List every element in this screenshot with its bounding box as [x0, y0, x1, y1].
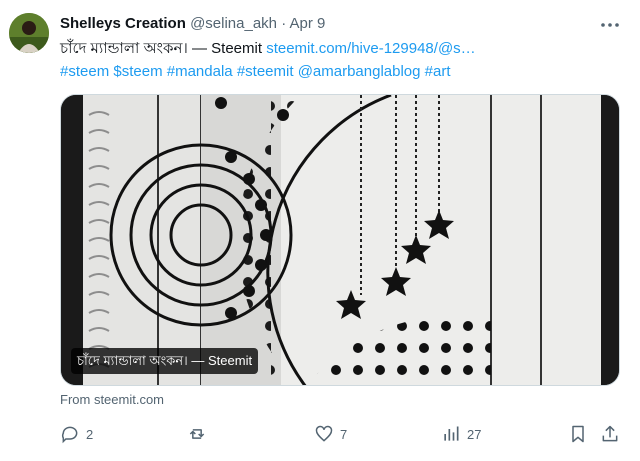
- like-count: 7: [340, 426, 348, 442]
- repost-icon: [189, 429, 205, 439]
- heart-icon: [315, 425, 333, 442]
- tweet-url-link[interactable]: steemit.com/hive-129948/@s…: [266, 40, 475, 57]
- cashtag-steem[interactable]: $steem: [113, 63, 162, 80]
- link-card-image[interactable]: চাঁদে ম্যান্ডালা অংকন। — Steemit: [60, 94, 620, 386]
- share-button[interactable]: [600, 422, 620, 446]
- hashtag-steem[interactable]: #steem: [60, 63, 109, 80]
- tweet-main-text: চাঁদে ম্যান্ডালা অংকন। — Steemit: [60, 40, 263, 57]
- reply-icon: [61, 426, 78, 444]
- hashtag-art[interactable]: #art: [425, 63, 451, 80]
- hashtag-steemit[interactable]: #steemit: [237, 63, 294, 80]
- tweet-date[interactable]: Apr 9: [290, 15, 326, 32]
- avatar[interactable]: [9, 13, 49, 53]
- views-button[interactable]: 27: [441, 422, 481, 446]
- hashtag-mandala[interactable]: #mandala: [167, 63, 233, 80]
- repost-button[interactable]: [187, 422, 213, 446]
- bookmark-button[interactable]: [568, 422, 588, 446]
- action-bar: 2 7 27: [60, 422, 622, 446]
- more-options-icon[interactable]: [598, 16, 622, 34]
- separator-dot: ·: [281, 15, 287, 32]
- display-name[interactable]: Shelleys Creation: [60, 15, 186, 32]
- like-button[interactable]: 7: [314, 422, 347, 446]
- reply-button[interactable]: 2: [60, 422, 93, 446]
- mandala-drawing-image: [61, 95, 619, 385]
- user-handle[interactable]: @selina_akh: [190, 15, 277, 32]
- bookmark-icon: [572, 425, 584, 443]
- share-icon: [602, 425, 618, 442]
- tweet-header: Shelleys Creation @selina_akh · Apr 9: [60, 14, 325, 34]
- link-card-caption: চাঁদে ম্যান্ডালা অংকন। — Steemit: [71, 348, 259, 374]
- reply-count: 2: [86, 426, 94, 442]
- link-source[interactable]: From steemit.com: [60, 392, 164, 407]
- view-count: 27: [467, 426, 482, 442]
- avatar-image: [9, 13, 49, 53]
- mention-amarbanglablog[interactable]: @amarbanglablog: [298, 63, 421, 80]
- tweet-text: চাঁদে ম্যান্ডালা অংকন। — Steemit steemit…: [60, 37, 620, 83]
- analytics-icon: [444, 426, 459, 441]
- tweet-card[interactable]: Shelleys Creation @selina_akh · Apr 9 চা…: [0, 0, 640, 461]
